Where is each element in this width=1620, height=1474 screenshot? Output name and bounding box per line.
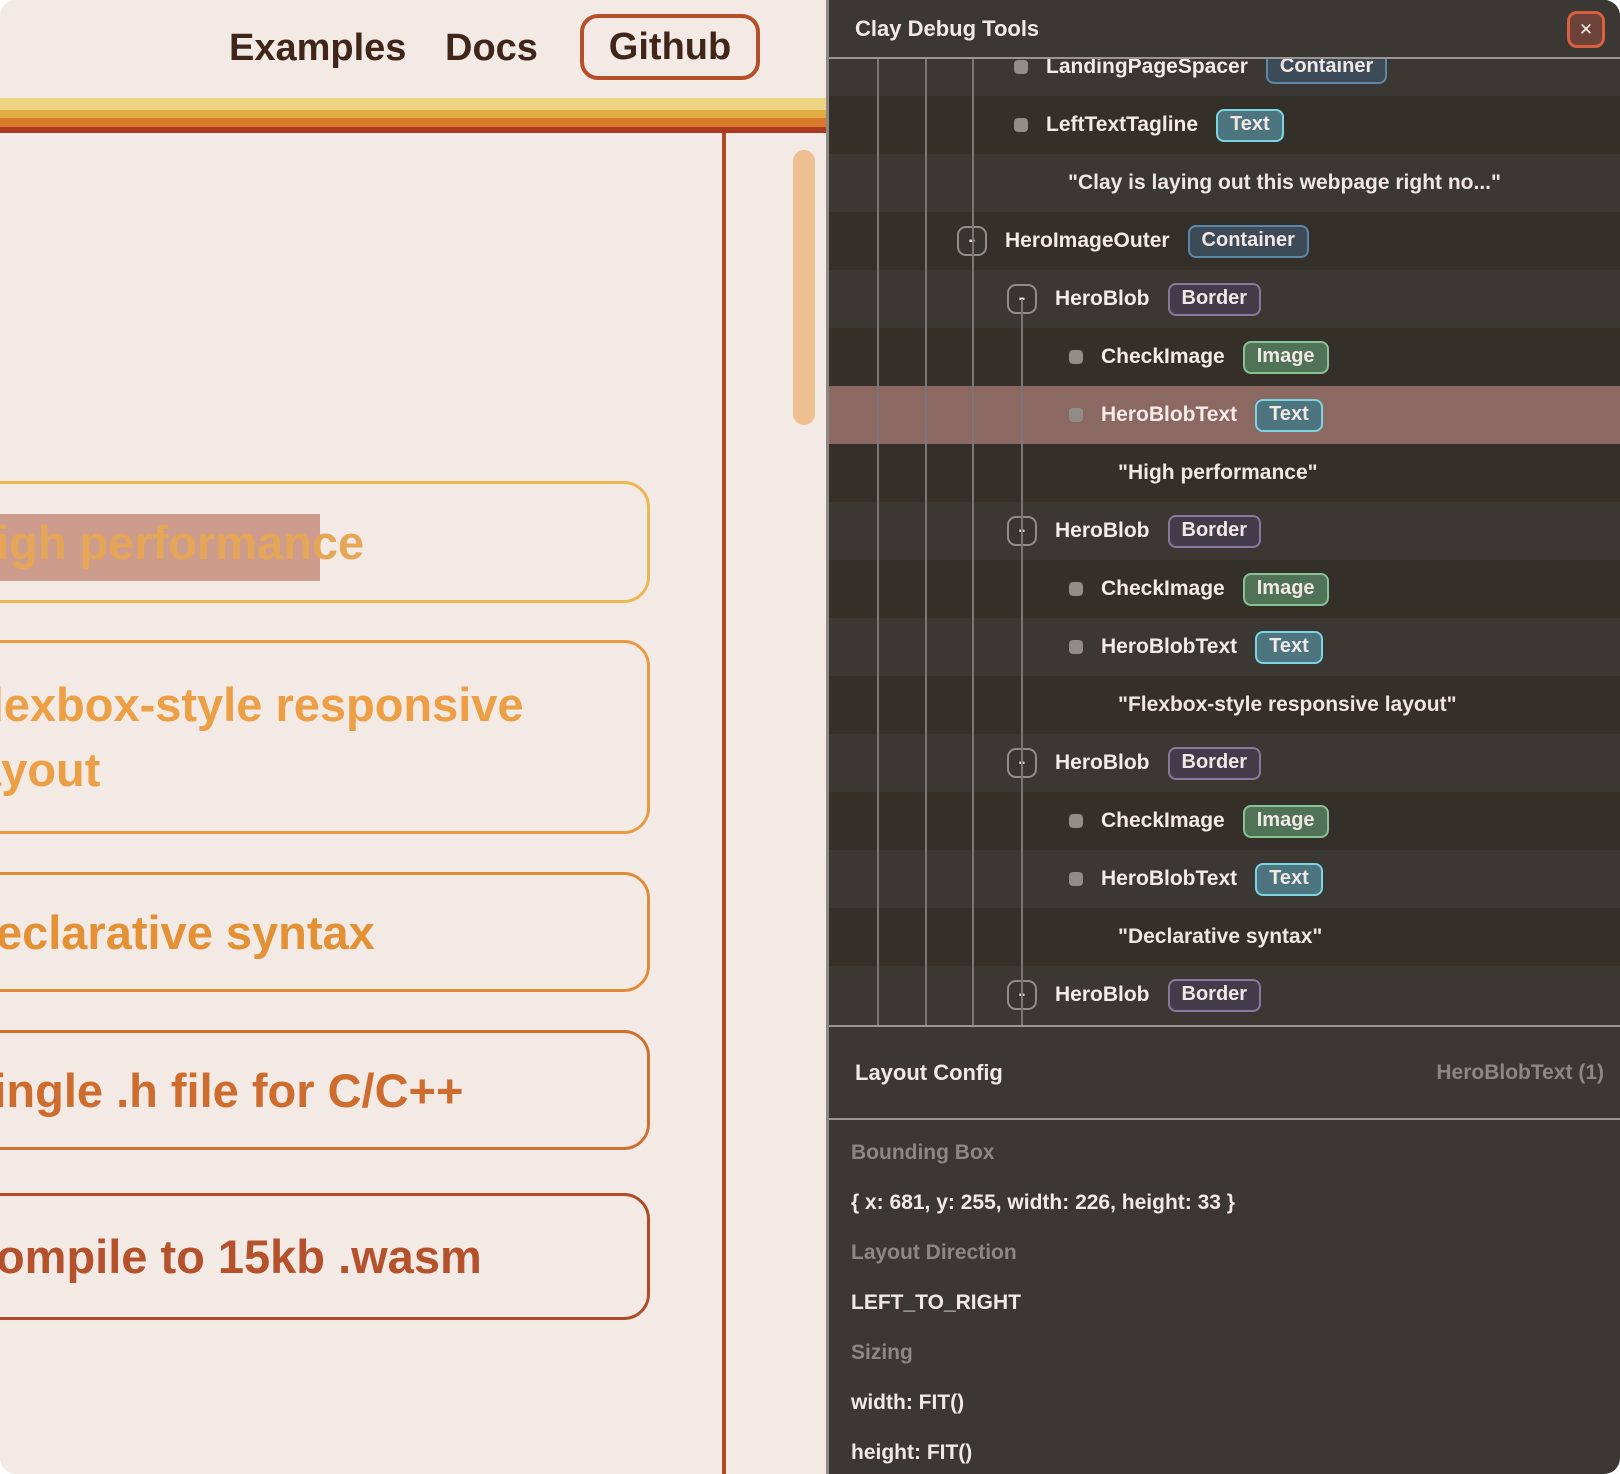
tree-node-label: LeftTextTagline — [1046, 113, 1198, 137]
config-field-value: LEFT_TO_RIGHT — [851, 1278, 1610, 1328]
layout-config-body: Bounding Box{ x: 681, y: 255, width: 226… — [851, 1128, 1610, 1474]
element-type-badge: Text — [1216, 109, 1284, 142]
tree-row[interactable]: LeftTextTagline Text — [829, 96, 1620, 154]
tree-node-label: CheckImage — [1101, 809, 1225, 833]
tree-row[interactable]: "Flexbox-style responsive layout" — [829, 676, 1620, 734]
leaf-bullet-icon — [1069, 640, 1083, 654]
page-scrollbar-thumb[interactable] — [793, 150, 815, 425]
tree-node-label: CheckImage — [1101, 577, 1225, 601]
tree-row[interactable]: -HeroBlobBorder — [829, 966, 1620, 1024]
tree-guide-line — [925, 59, 927, 1025]
leaf-bullet-icon — [1069, 408, 1083, 422]
feature-blob-high-performance: High performance — [0, 481, 650, 603]
github-button-label: Github — [609, 26, 731, 69]
feature-blob-declarative-syntax: Declarative syntax — [0, 872, 650, 992]
leaf-bullet-icon — [1069, 582, 1083, 596]
config-header-divider — [829, 1118, 1620, 1120]
selected-element-name: HeroBlobText (1) — [1436, 1061, 1604, 1085]
tree-row[interactable]: CheckImage Image — [829, 328, 1620, 386]
panel-title: Clay Debug Tools — [855, 16, 1039, 42]
tree-row[interactable]: HeroBlobText Text — [829, 618, 1620, 676]
tree-node-label: HeroImageOuter — [1005, 229, 1170, 253]
nav-link-docs[interactable]: Docs — [445, 26, 538, 70]
feature-blob-wasm: Compile to 15kb .wasm — [0, 1193, 650, 1320]
tree-text-content: "Clay is laying out this webpage right n… — [1068, 171, 1501, 195]
leaf-bullet-icon — [1014, 118, 1028, 132]
element-type-badge: Border — [1168, 515, 1262, 548]
feature-blob-single-header: Single .h file for C/C++ — [0, 1030, 650, 1150]
tree-row[interactable]: -HeroBlobBorder — [829, 270, 1620, 328]
config-field-value: height: FIT() — [851, 1428, 1610, 1474]
config-field-label: Layout Direction — [851, 1228, 1610, 1278]
tree-row[interactable]: -HeroBlobBorder — [829, 734, 1620, 792]
tree-row[interactable]: HeroBlobText Text — [829, 386, 1620, 444]
element-type-badge: Container — [1266, 59, 1387, 84]
element-tree: LandingPageSpacer Container LeftTextTaglin… — [829, 59, 1620, 1025]
layout-config-header: Layout Config HeroBlobText (1) — [829, 1027, 1620, 1118]
tree-node-label: HeroBlobText — [1101, 867, 1237, 891]
element-type-badge: Image — [1243, 805, 1329, 838]
leaf-bullet-icon — [1069, 350, 1083, 364]
close-button[interactable]: ✕ — [1567, 11, 1605, 48]
tree-node-label: HeroBlob — [1055, 519, 1150, 543]
element-type-badge: Border — [1168, 747, 1262, 780]
tree-node-label: HeroBlob — [1055, 751, 1150, 775]
tree-row[interactable]: CheckImage Image — [829, 560, 1620, 618]
tree-row[interactable]: -HeroBlobBorder — [829, 502, 1620, 560]
tree-row[interactable]: CheckImage Image — [829, 792, 1620, 850]
tree-row[interactable]: LandingPageSpacer Container — [829, 59, 1620, 96]
layout-config-title: Layout Config — [855, 1060, 1003, 1086]
tree-node-label: HeroBlob — [1055, 287, 1150, 311]
leaf-bullet-icon — [1069, 872, 1083, 886]
header-divider — [829, 57, 1620, 59]
feature-blob-text: Single .h file for C/C++ — [0, 1058, 463, 1123]
tree-guide-line — [972, 59, 974, 1025]
feature-blob-flexbox-layout: Flexbox-style responsive layout — [0, 640, 650, 834]
element-type-badge: Text — [1255, 863, 1323, 896]
element-type-badge: Container — [1188, 225, 1309, 258]
tree-row[interactable]: HeroBlobText Text — [829, 850, 1620, 908]
nav-link-examples[interactable]: Examples — [229, 26, 406, 70]
tree-node-label: CheckImage — [1101, 345, 1225, 369]
leaf-bullet-icon — [1014, 60, 1028, 74]
tree-node-label: LandingPageSpacer — [1046, 59, 1248, 79]
config-field-value: width: FIT() — [851, 1378, 1610, 1428]
feature-blob-text: Declarative syntax — [0, 900, 375, 965]
tree-node-label: HeroBlob — [1055, 983, 1150, 1007]
element-type-badge: Image — [1243, 341, 1329, 374]
tree-row[interactable]: "Clay is laying out this webpage right n… — [829, 154, 1620, 212]
github-button[interactable]: Github — [580, 14, 760, 80]
element-type-badge: Border — [1168, 979, 1262, 1012]
leaf-bullet-icon — [1069, 814, 1083, 828]
tree-guide-line — [1021, 299, 1023, 1025]
element-type-badge: Text — [1255, 631, 1323, 664]
clay-debug-tools-panel: LandingPageSpacer Container LeftTextTaglin… — [826, 0, 1620, 1474]
element-type-badge: Text — [1255, 399, 1323, 432]
feature-blob-text: Flexbox-style responsive layout — [0, 672, 557, 802]
tree-text-content: "Declarative syntax" — [1118, 925, 1322, 949]
app-window: Examples Docs Github High performance Fl… — [0, 0, 1620, 1474]
tree-row[interactable]: -HeroImageOuterContainer — [829, 212, 1620, 270]
feature-blob-text: Compile to 15kb .wasm — [0, 1224, 482, 1289]
tree-row[interactable]: "High performance" — [829, 444, 1620, 502]
tree-row[interactable]: "Declarative syntax" — [829, 908, 1620, 966]
tree-bottom-divider — [829, 1025, 1620, 1027]
tree-text-content: "Flexbox-style responsive layout" — [1118, 693, 1457, 717]
panel-header: Clay Debug Tools — [829, 0, 1620, 57]
element-type-badge: Border — [1168, 283, 1262, 316]
element-type-badge: Image — [1243, 573, 1329, 606]
close-icon: ✕ — [1579, 20, 1593, 40]
config-field-label: Bounding Box — [851, 1128, 1610, 1178]
config-field-value: { x: 681, y: 255, width: 226, height: 33… — [851, 1178, 1610, 1228]
tree-node-label: HeroBlobText — [1101, 403, 1237, 427]
tree-node-label: HeroBlobText — [1101, 635, 1237, 659]
config-field-label: Sizing — [851, 1328, 1610, 1378]
tree-guide-line — [877, 59, 879, 1025]
page-section-divider — [722, 133, 726, 1474]
tree-text-content: "High performance" — [1118, 461, 1318, 485]
feature-blob-text: High performance — [0, 510, 364, 575]
